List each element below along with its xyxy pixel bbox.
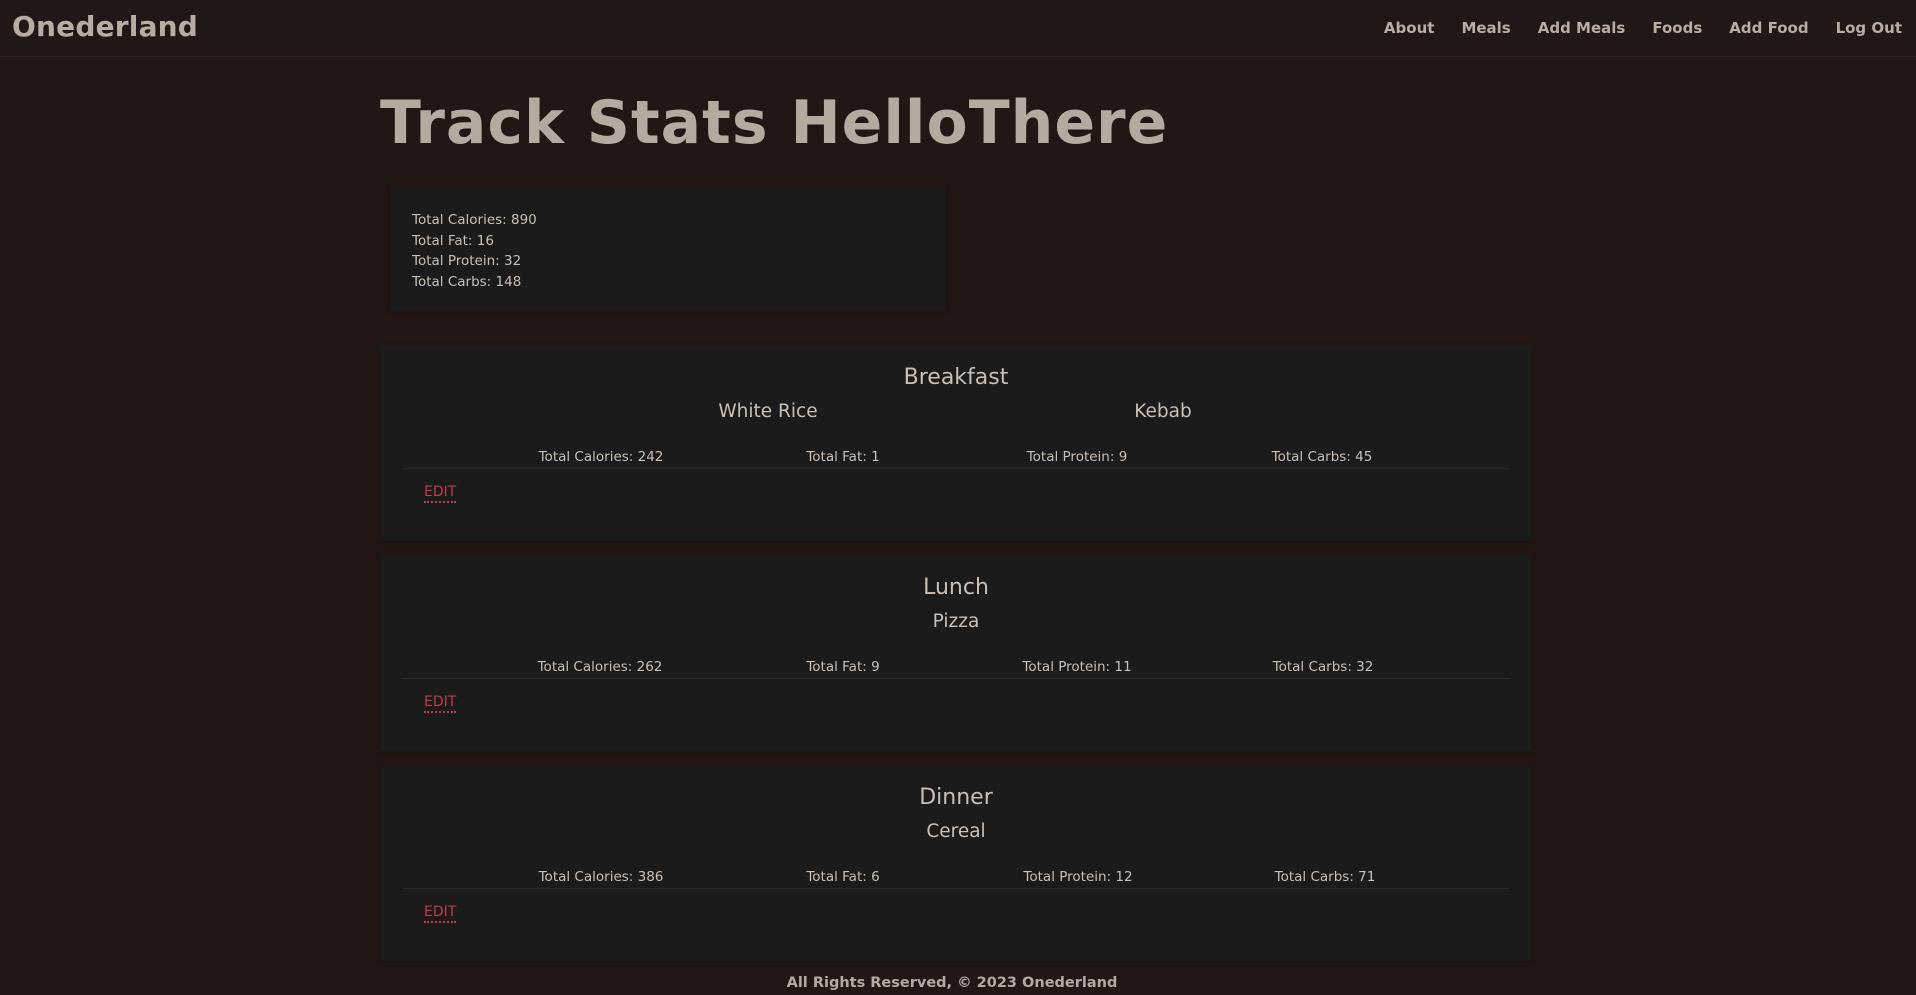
divider <box>402 678 1510 679</box>
page-title: Track Stats HelloThere <box>380 88 1169 158</box>
meal-name: Dinner <box>919 785 993 810</box>
meal-fat: Total Fat: 6 <box>806 869 880 885</box>
total-protein: Total Protein: 32 <box>412 253 522 269</box>
footer-copyright: All Rights Reserved, © 2023 Onederland <box>786 975 1118 991</box>
edit-meal-button[interactable]: EDIT <box>424 484 457 503</box>
nav-link-add-food[interactable]: Add Food <box>1729 19 1808 37</box>
food-name: White Rice <box>718 401 818 422</box>
meal-name: Lunch <box>923 575 989 600</box>
food-name: Cereal <box>926 821 986 842</box>
nav-link-about[interactable]: About <box>1384 19 1435 37</box>
total-carbs: Total Carbs: 148 <box>412 273 522 290</box>
total-stats-card: Total Calories: 890 Total Fat: 16 Total … <box>390 186 946 311</box>
meal-fat: Total Fat: 9 <box>806 659 880 675</box>
meal-calories: Total Calories: 386 <box>538 869 664 885</box>
meal-fat: Total Fat: 1 <box>806 449 880 465</box>
nav-link-meals[interactable]: Meals <box>1461 19 1510 37</box>
nav-links: About Meals Add Meals Foods Add Food Log… <box>1384 19 1902 37</box>
meal-protein: Total Protein: 11 <box>1022 659 1132 675</box>
edit-meal-button[interactable]: EDIT <box>424 694 457 713</box>
meal-calories: Total Calories: 262 <box>537 659 663 675</box>
meal-card-dinner: Dinner Cereal Total Calories: 386 Total … <box>380 765 1532 961</box>
meal-calories: Total Calories: 242 <box>538 449 664 465</box>
meal-carbs: Total Carbs: 71 <box>1274 869 1376 885</box>
food-name: Pizza <box>932 611 980 632</box>
edit-meal-button[interactable]: EDIT <box>424 904 457 923</box>
meal-protein: Total Protein: 12 <box>1023 869 1133 885</box>
meal-carbs: Total Carbs: 45 <box>1271 449 1373 465</box>
meal-name: Breakfast <box>903 365 1009 390</box>
meal-carbs: Total Carbs: 32 <box>1272 659 1374 675</box>
meal-card-lunch: Lunch Pizza Total Calories: 262 Total Fa… <box>380 555 1532 751</box>
nav-link-add-meals[interactable]: Add Meals <box>1538 19 1626 37</box>
total-calories: Total Calories: 890 <box>412 212 537 228</box>
brand-link[interactable]: Onederland <box>12 10 198 43</box>
nav-link-foods[interactable]: Foods <box>1652 19 1702 37</box>
food-name: Kebab <box>1134 401 1192 422</box>
total-fat: Total Fat: 16 <box>412 232 494 249</box>
navbar: Onederland About Meals Add Meals Foods A… <box>0 0 1916 57</box>
nav-link-log-out[interactable]: Log Out <box>1836 19 1902 37</box>
meal-card-breakfast: Breakfast White Rice Kebab Total Calorie… <box>380 345 1532 541</box>
divider <box>402 888 1510 889</box>
meal-protein: Total Protein: 9 <box>1026 449 1128 465</box>
divider <box>402 468 1510 469</box>
